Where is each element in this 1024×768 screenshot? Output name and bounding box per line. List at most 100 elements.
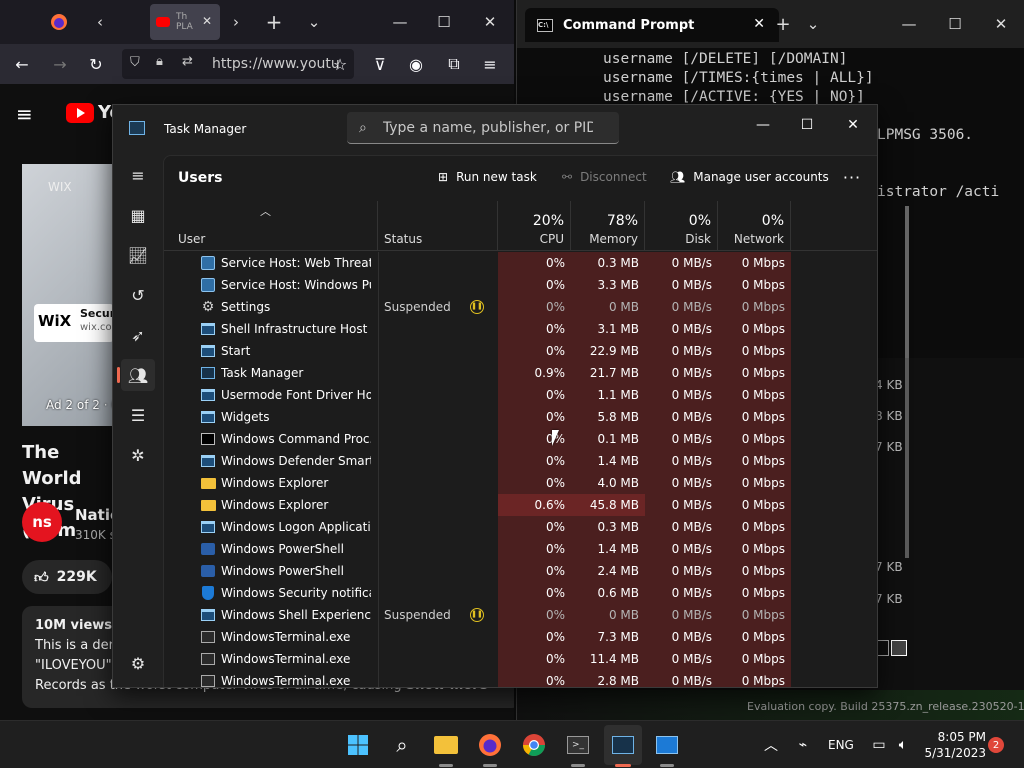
startup-apps-icon[interactable]: ➶ bbox=[121, 319, 155, 351]
tab-scroll-right-button[interactable]: › bbox=[226, 8, 246, 36]
disconnect-button[interactable]: ⚯ Disconnect bbox=[562, 166, 647, 188]
terminal-minimize-button[interactable]: — bbox=[897, 12, 921, 36]
table-row[interactable]: Task Manager 0.9% 21.7 MB 0 MB/s 0 Mbps bbox=[164, 362, 877, 384]
table-row[interactable]: Windows Explorer 0.6% 45.8 MB 0 MB/s 0 Mbps bbox=[164, 494, 877, 516]
table-row[interactable]: Service Host: Web Threat ... 0% 0.3 MB 0 MB… bbox=[164, 252, 877, 274]
back-button[interactable]: ← bbox=[10, 52, 34, 76]
hamburger-menu-icon[interactable]: ≡ bbox=[121, 159, 155, 191]
table-row[interactable]: Windows PowerShell 0% 1.4 MB 0 MB/s 0 Mbps bbox=[164, 538, 877, 560]
like-button[interactable]: 👍︎ 229K bbox=[22, 560, 112, 594]
tab-command-prompt[interactable]: C:\ Command Prompt ✕ bbox=[525, 8, 779, 42]
minimize-button[interactable]: — bbox=[749, 113, 777, 137]
terminal-close-button[interactable]: ✕ bbox=[989, 12, 1013, 36]
tab-dropdown-button[interactable]: ⌄ bbox=[801, 12, 825, 36]
table-row[interactable]: ⚙ Settings Suspended ❚❚ 0% 0 MB 0 MB/s 0 Mbps bbox=[164, 296, 877, 318]
table-row[interactable]: Windows Security notificat... 0% 0.6 MB 0 M… bbox=[164, 582, 877, 604]
language-indicator[interactable]: ENG bbox=[828, 738, 854, 752]
run-new-task-button[interactable]: ⊞ Run new task bbox=[438, 166, 537, 188]
header-disk[interactable]: 0% Disk bbox=[645, 201, 718, 251]
table-row[interactable]: Shell Infrastructure Host 0% 3.1 MB 0 MB/s 0… bbox=[164, 318, 877, 340]
task-manager-icon[interactable] bbox=[608, 730, 638, 760]
table-row[interactable]: Widgets 0% 5.8 MB 0 MB/s 0 Mbps bbox=[164, 406, 877, 428]
close-button[interactable]: ✕ bbox=[839, 113, 867, 137]
table-row[interactable]: Windows Shell Experience ... Suspended ❚❚ 0… bbox=[164, 604, 877, 626]
title-bar[interactable]: Task Manager ⌕ — ☐ ✕ bbox=[113, 105, 877, 155]
app-history-icon[interactable]: ↺ bbox=[121, 279, 155, 311]
terminal-maximize-button[interactable]: ☐ bbox=[943, 12, 967, 36]
new-tab-button[interactable]: + bbox=[262, 8, 286, 36]
extensions-icon[interactable]: ⧉ bbox=[442, 52, 466, 76]
tab-youtube[interactable]: Th PLA ✕ bbox=[150, 4, 220, 40]
tab-close-button[interactable]: ✕ bbox=[202, 14, 212, 28]
tracking-shield-icon[interactable]: ⛉ bbox=[130, 55, 140, 70]
processes-icon[interactable]: ▦ bbox=[121, 199, 155, 231]
reload-button[interactable]: ↻ bbox=[84, 52, 108, 76]
account-icon[interactable]: ◉ bbox=[404, 52, 428, 76]
background-scrollbar[interactable] bbox=[905, 358, 909, 558]
browser-maximize-button[interactable]: ☐ bbox=[432, 8, 456, 36]
manage-user-accounts-button[interactable]: 👥︎ Manage user accounts bbox=[670, 166, 829, 188]
start-button[interactable] bbox=[343, 730, 373, 760]
settings-gear-icon[interactable]: ⚙ bbox=[121, 647, 155, 679]
lock-icon[interactable]: 🔒︎ bbox=[156, 54, 163, 69]
bookmark-star-icon[interactable]: ☆ bbox=[328, 52, 352, 76]
permissions-icon[interactable]: ⇄ bbox=[182, 54, 193, 69]
table-row[interactable]: Start 0% 22.9 MB 0 MB/s 0 Mbps bbox=[164, 340, 877, 362]
more-options-button[interactable]: ··· bbox=[840, 166, 864, 188]
tiles-view-icon[interactable] bbox=[891, 640, 907, 656]
process-status bbox=[384, 494, 474, 516]
url-bar[interactable]: ⛉ 🔒︎ ⇄ https://www.youtu bbox=[122, 49, 354, 79]
table-row[interactable]: Windows Command Proc... 0% 0.1 MB 0 MB/s 0 M… bbox=[164, 428, 877, 450]
terminal-scrollbar[interactable] bbox=[905, 206, 909, 358]
header-network[interactable]: 0% Network bbox=[718, 201, 791, 251]
evaluation-watermark: Evaluation copy. Build 25375.zn_release.… bbox=[747, 700, 1024, 713]
search-icon[interactable]: ⌕ bbox=[387, 730, 417, 760]
table-row[interactable]: Windows PowerShell 0% 2.4 MB 0 MB/s 0 Mbps bbox=[164, 560, 877, 582]
table-row[interactable]: Windows Explorer 0% 4.0 MB 0 MB/s 0 Mbps bbox=[164, 472, 877, 494]
header-status[interactable]: Status bbox=[378, 201, 498, 251]
details-icon[interactable]: ☰ bbox=[121, 399, 155, 431]
firefox-icon[interactable] bbox=[46, 8, 72, 36]
remote-desktop-icon[interactable] bbox=[652, 730, 682, 760]
show-hidden-icons-chevron[interactable]: ︿ bbox=[756, 730, 786, 760]
disk-value: 0 MB/s bbox=[671, 388, 712, 402]
channel-avatar[interactable]: ns bbox=[22, 502, 62, 542]
video-player[interactable] bbox=[22, 164, 112, 426]
hamburger-menu-icon[interactable]: ≡ bbox=[16, 102, 33, 126]
table-row[interactable]: WindowsTerminal.exe 0% 2.8 MB 0 MB/s 0 Mbps bbox=[164, 670, 877, 687]
table-row[interactable]: Windows Defender SmartS... 0% 1.4 MB 0 MB/s… bbox=[164, 450, 877, 472]
header-cpu[interactable]: 20% CPU bbox=[498, 201, 571, 251]
new-tab-button[interactable]: + bbox=[771, 12, 795, 36]
file-explorer-icon[interactable] bbox=[431, 730, 461, 760]
firefox-icon[interactable] bbox=[475, 730, 505, 760]
menu-icon[interactable]: ≡ bbox=[478, 52, 502, 76]
browser-minimize-button[interactable]: — bbox=[388, 8, 412, 36]
tab-close-button[interactable]: ✕ bbox=[753, 16, 765, 32]
search-input[interactable] bbox=[382, 119, 593, 136]
table-row[interactable]: WindowsTerminal.exe 0% 7.3 MB 0 MB/s 0 Mbps bbox=[164, 626, 877, 648]
network-disconnected-icon[interactable]: ⌁ bbox=[788, 730, 818, 760]
services-icon[interactable]: ✲ bbox=[121, 439, 155, 471]
notification-badge[interactable]: 2 bbox=[988, 737, 1004, 753]
volume-icon[interactable]: 🔈︎ bbox=[888, 730, 918, 760]
search-box[interactable]: ⌕ bbox=[347, 112, 619, 144]
process-name: Windows Explorer bbox=[221, 476, 329, 490]
tab-scroll-left-button[interactable]: ‹ bbox=[90, 8, 110, 36]
browser-close-button[interactable]: ✕ bbox=[478, 8, 502, 36]
forward-button[interactable]: → bbox=[48, 52, 72, 76]
table-row[interactable]: Service Host: Windows Pu... 0% 3.3 MB 0 MB/… bbox=[164, 274, 877, 296]
terminal-icon[interactable]: >_ bbox=[563, 730, 593, 760]
chrome-icon[interactable] bbox=[519, 730, 549, 760]
header-memory[interactable]: 78% Memory bbox=[571, 201, 645, 251]
header-user[interactable]: ︿ User bbox=[164, 201, 378, 251]
table-row[interactable]: Usermode Font Driver Host 0% 1.1 MB 0 MB/s 0… bbox=[164, 384, 877, 406]
performance-icon[interactable]: 📈︎ bbox=[121, 239, 155, 271]
list-all-tabs-button[interactable]: ⌄ bbox=[302, 8, 326, 36]
clock[interactable]: 8:05 PM 5/31/2023 bbox=[920, 729, 986, 761]
table-row[interactable]: Windows Logon Application 0% 0.3 MB 0 MB/s 0… bbox=[164, 516, 877, 538]
table-row[interactable]: WindowsTerminal.exe 0% 11.4 MB 0 MB/s 0 Mbps bbox=[164, 648, 877, 670]
users-icon[interactable]: 👥︎ bbox=[121, 359, 155, 391]
view-toggle[interactable] bbox=[873, 640, 909, 660]
pocket-icon[interactable]: ⊽ bbox=[368, 52, 392, 76]
maximize-button[interactable]: ☐ bbox=[793, 113, 821, 137]
